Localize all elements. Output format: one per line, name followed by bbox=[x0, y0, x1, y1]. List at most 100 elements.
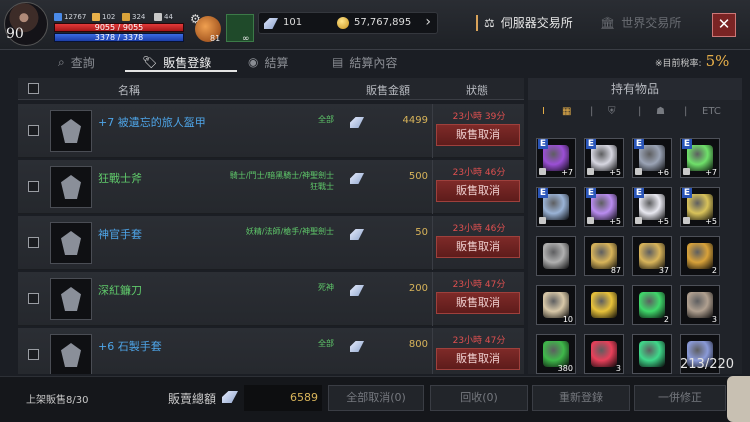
listing-row[interactable]: 神官手套 妖精/法師/槍手/神聖劍士 50 23小時 46分 販售取消 bbox=[18, 216, 524, 270]
slot-count: 3 bbox=[615, 364, 621, 373]
row-checkbox[interactable] bbox=[28, 293, 39, 304]
inventory-slot[interactable]: 87 bbox=[584, 236, 624, 276]
inventory-slot[interactable]: E +7 bbox=[680, 138, 720, 178]
listing-header: 名稱 販售金額 狀態 bbox=[18, 78, 524, 100]
item-icon bbox=[50, 110, 92, 152]
total-sales-label: 販賣總額 bbox=[168, 392, 217, 406]
diamond-amount: 101 bbox=[283, 17, 303, 28]
building-icon: 🏛 bbox=[600, 15, 616, 30]
inventory-slot[interactable]: 3 bbox=[584, 334, 624, 374]
inventory-slot[interactable] bbox=[536, 236, 576, 276]
cancel-sale-button[interactable]: 販售取消 bbox=[436, 348, 520, 370]
slot-count: 10 bbox=[562, 315, 573, 324]
receipt-icon: ▤ bbox=[332, 55, 344, 69]
search-icon: ⌕ bbox=[58, 54, 65, 69]
inventory-slot[interactable]: E +5 bbox=[680, 187, 720, 227]
item-icon bbox=[50, 334, 92, 374]
cancel-sale-button[interactable]: 販售取消 bbox=[436, 124, 520, 146]
mascot-icon[interactable] bbox=[727, 376, 750, 422]
inventory-slot[interactable]: 3 bbox=[680, 285, 720, 325]
tab-settlement-details[interactable]: ▤ 結算內容 bbox=[332, 52, 397, 72]
tab-settlement[interactable]: ◉ 結算 bbox=[248, 52, 289, 72]
inventory-panel: 持有物品 I ▦ | ⛨ | ☗ | ETC E +7 E +5 E +6 E +7 E E +5 E… bbox=[528, 78, 742, 374]
item-price: 800 bbox=[408, 339, 428, 350]
cancel-sale-button[interactable]: 販售取消 bbox=[436, 292, 520, 314]
batch-edit-button[interactable]: 一併修正 bbox=[634, 385, 726, 411]
close-button[interactable]: ✕ bbox=[712, 13, 736, 37]
ring-icon bbox=[543, 243, 569, 269]
inventory-slot[interactable]: 380 bbox=[536, 334, 576, 374]
slot-count: 380 bbox=[557, 364, 573, 373]
slot-count: +5 bbox=[705, 217, 717, 226]
row-checkbox[interactable] bbox=[28, 349, 39, 360]
reclaim-button[interactable]: 回收(0) bbox=[430, 385, 528, 411]
item-price: 4499 bbox=[402, 115, 428, 126]
total-sales-value: 6589 bbox=[290, 391, 318, 404]
row-checkbox[interactable] bbox=[28, 237, 39, 248]
gold-coin-icon bbox=[337, 17, 349, 29]
row-checkbox[interactable] bbox=[28, 125, 39, 136]
equipped-badge: E bbox=[586, 188, 596, 198]
shard-icon bbox=[687, 292, 713, 318]
lock-icon bbox=[539, 217, 546, 224]
listing-timer: 23小時 47分 bbox=[452, 280, 506, 290]
inventory-slot[interactable]: 37 bbox=[632, 236, 672, 276]
inventory-slot[interactable] bbox=[632, 334, 672, 374]
select-all-checkbox[interactable] bbox=[28, 83, 39, 94]
power-icon bbox=[54, 13, 62, 21]
inventory-slot[interactable]: 10 bbox=[536, 285, 576, 325]
diamond-icon bbox=[350, 173, 364, 184]
tab-sell-register[interactable]: 🏷 販售登錄 bbox=[142, 52, 211, 72]
mp-text: 3378 / 3378 bbox=[94, 33, 144, 42]
currency-panel: 101 57,767,895 › bbox=[258, 12, 438, 34]
herb-icon[interactable] bbox=[226, 14, 254, 42]
slot-count: 3 bbox=[711, 315, 717, 324]
inventory-slot[interactable]: E bbox=[536, 187, 576, 227]
cancel-sale-button[interactable]: 販售取消 bbox=[436, 180, 520, 202]
hp-text: 9055 / 9055 bbox=[94, 23, 144, 32]
item-icon bbox=[50, 166, 92, 208]
chevron-right-icon[interactable]: › bbox=[425, 14, 431, 30]
tab-search[interactable]: ⌕ 查詢 bbox=[58, 52, 95, 72]
cancel-all-button[interactable]: 全部取消(0) bbox=[328, 385, 424, 411]
item-name: 狂戰士斧 bbox=[98, 172, 142, 185]
filter-etc[interactable]: ETC bbox=[702, 106, 721, 117]
inventory-slot[interactable] bbox=[584, 285, 624, 325]
tax-value: 5% bbox=[705, 52, 730, 70]
inventory-slot[interactable]: E +5 bbox=[632, 187, 672, 227]
slot-count: +7 bbox=[561, 168, 573, 177]
filter-potion-icon[interactable]: ☗ bbox=[656, 106, 665, 117]
row-checkbox[interactable] bbox=[28, 181, 39, 192]
inventory-slot[interactable]: E +5 bbox=[584, 187, 624, 227]
tab-world-exchange[interactable]: 🏛 世界交易所 bbox=[600, 14, 681, 31]
inventory-slot[interactable]: E +5 bbox=[584, 138, 624, 178]
tax-rate: ※目前稅率: 5% bbox=[655, 52, 730, 70]
item-name: +7 被遺忘的旅人盔甲 bbox=[98, 116, 206, 129]
inventory-slot[interactable]: E +6 bbox=[632, 138, 672, 178]
listing-row[interactable]: 狂戰士斧 騎士/鬥士/暗黑騎士/神聖劍士 狂戰士 500 23小時 46分 販售取消 bbox=[18, 160, 524, 214]
pearl-icon bbox=[639, 341, 665, 367]
listing-row[interactable]: +6 石製手套 全部 800 23小時 47分 販售取消 bbox=[18, 328, 524, 374]
herb-count: ∞ bbox=[242, 34, 250, 44]
re-register-button[interactable]: 重新登錄 bbox=[532, 385, 630, 411]
tab-server-exchange[interactable]: ⚖ 伺服器交易所 bbox=[484, 14, 573, 31]
item-classes: 全部 bbox=[318, 115, 334, 124]
potion-count: 81 bbox=[210, 34, 221, 43]
equipped-badge: E bbox=[634, 188, 644, 198]
cancel-sale-button[interactable]: 販售取消 bbox=[436, 236, 520, 258]
filter-grid-icon[interactable]: ▦ bbox=[562, 106, 571, 117]
listing-row[interactable]: +7 被遺忘的旅人盔甲 全部 4499 23小時 39分 販售取消 bbox=[18, 104, 524, 158]
filter-all[interactable]: I bbox=[542, 106, 545, 117]
inventory-slot[interactable]: E +7 bbox=[536, 138, 576, 178]
scroll-icon bbox=[687, 243, 713, 269]
inventory-slot[interactable]: 2 bbox=[632, 285, 672, 325]
inventory-title: 持有物品 bbox=[528, 78, 742, 100]
filter-armor-icon[interactable]: ⛨ bbox=[608, 106, 616, 117]
equipped-badge: E bbox=[682, 139, 692, 149]
sub-tab-bar: ⌕ 查詢 🏷 販售登錄 ◉ 結算 ▤ 結算內容 bbox=[0, 50, 750, 72]
diamond-icon bbox=[350, 117, 364, 128]
stat-key: 102 bbox=[92, 13, 115, 21]
listing-row[interactable]: 深紅鐮刀 死神 200 23小時 47分 販售取消 bbox=[18, 272, 524, 326]
slot-count: 37 bbox=[658, 266, 669, 275]
inventory-slot[interactable]: 2 bbox=[680, 236, 720, 276]
